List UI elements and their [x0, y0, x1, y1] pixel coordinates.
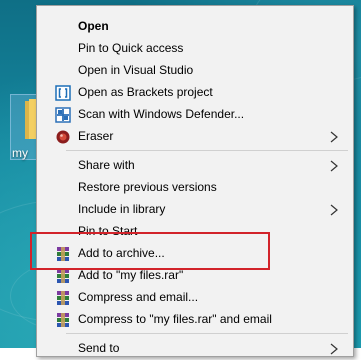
menu-item-send-to[interactable]: Send to: [37, 338, 353, 360]
menu-item-label: Eraser: [78, 129, 114, 143]
menu-item-label: Add to "my files.rar": [78, 268, 184, 282]
menu-item-label: Compress to "my files.rar" and email: [78, 312, 272, 326]
menu-item-label: Send to: [78, 341, 120, 355]
annotation-highlight-box: [30, 232, 270, 270]
menu-item-label: Scan with Windows Defender...: [78, 107, 245, 121]
menu-item-open-visual-studio[interactable]: Open in Visual Studio: [37, 60, 353, 82]
windows-defender-icon: [55, 107, 71, 123]
chevron-right-icon: [329, 342, 339, 356]
menu-item-open[interactable]: Open: [37, 16, 353, 38]
menu-item-label: Open: [78, 19, 109, 33]
menu-item-label: Open as Brackets project: [78, 85, 213, 99]
brackets-icon: [55, 85, 71, 101]
menu-item-label: Restore previous versions: [78, 180, 217, 194]
menu-item-label: Include in library: [78, 202, 166, 216]
chevron-right-icon: [329, 159, 339, 173]
desktop-folder-label: my: [12, 146, 28, 160]
winrar-icon: [55, 268, 71, 284]
menu-item-open-brackets[interactable]: Open as Brackets project: [37, 82, 353, 104]
menu-item-label: Share with: [78, 158, 135, 172]
menu-item-label: Pin to Quick access: [78, 41, 184, 55]
menu-item-compress-rar-email[interactable]: Compress to "my files.rar" and email: [37, 309, 353, 331]
menu-separator: [66, 150, 348, 151]
menu-item-label: Open in Visual Studio: [78, 63, 194, 77]
chevron-right-icon: [329, 203, 339, 217]
menu-item-include-library[interactable]: Include in library: [37, 199, 353, 221]
eraser-icon: [55, 129, 71, 145]
menu-item-label: Compress and email...: [78, 290, 199, 304]
menu-item-eraser[interactable]: Eraser: [37, 126, 353, 148]
menu-item-scan-defender[interactable]: Scan with Windows Defender...: [37, 104, 353, 126]
menu-item-share-with[interactable]: Share with: [37, 155, 353, 177]
winrar-icon: [55, 290, 71, 306]
winrar-icon: [55, 312, 71, 328]
context-menu: Open Pin to Quick access Open in Visual …: [36, 5, 354, 357]
menu-item-compress-email[interactable]: Compress and email...: [37, 287, 353, 309]
menu-item-restore-versions[interactable]: Restore previous versions: [37, 177, 353, 199]
menu-separator: [66, 333, 348, 334]
chevron-right-icon: [329, 130, 339, 144]
menu-item-pin-quick-access[interactable]: Pin to Quick access: [37, 38, 353, 60]
